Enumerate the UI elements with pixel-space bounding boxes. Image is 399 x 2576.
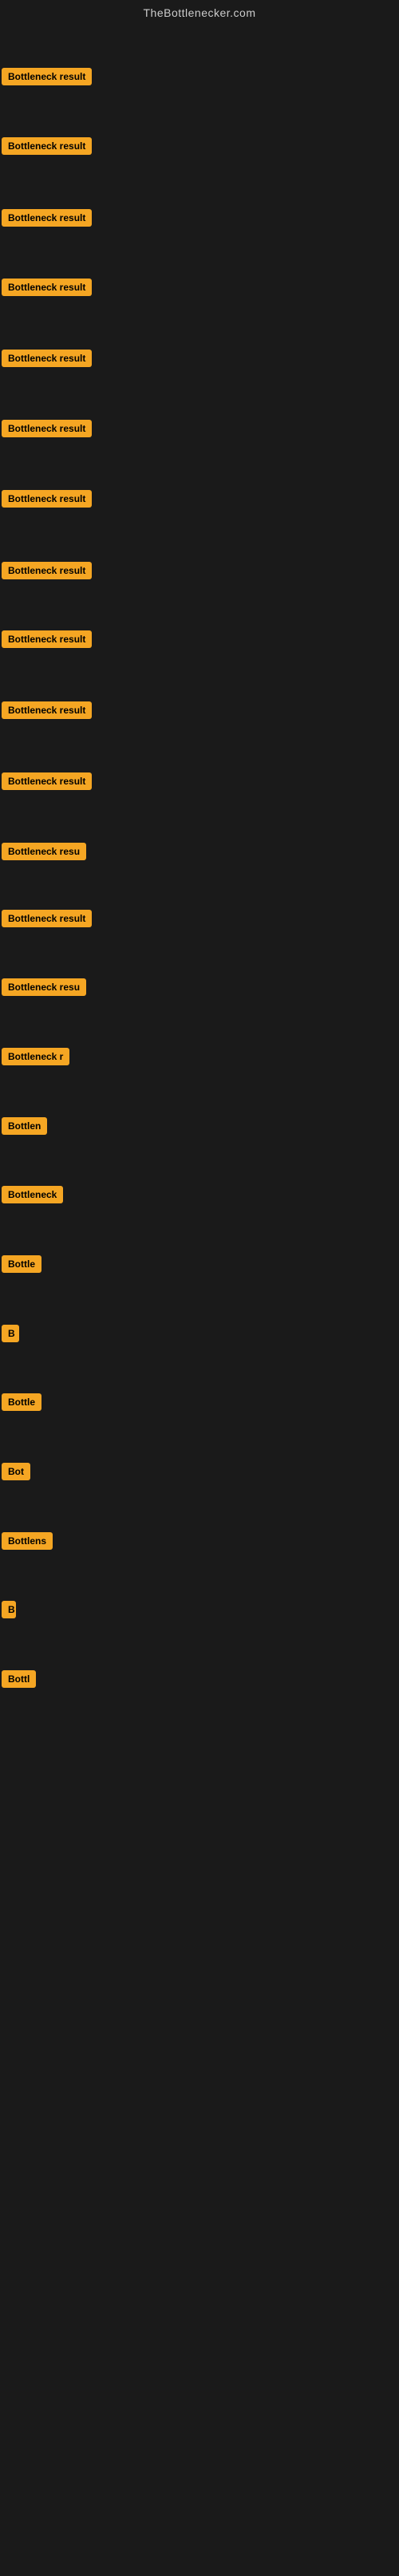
bottleneck-badge: Bottleneck result — [2, 279, 92, 296]
bottleneck-badge: B — [2, 1325, 19, 1342]
bottleneck-result-item: B — [2, 1601, 16, 1622]
bottleneck-result-item: Bottleneck resu — [2, 978, 86, 1000]
bottleneck-badge: Bottleneck result — [2, 701, 92, 719]
bottleneck-badge: Bottleneck result — [2, 562, 92, 579]
bottleneck-result-item: Bottle — [2, 1255, 41, 1277]
bottleneck-result-item: Bottleneck result — [2, 910, 92, 931]
bottleneck-badge: Bottleneck result — [2, 910, 92, 927]
bottleneck-badge: Bottleneck resu — [2, 843, 86, 860]
bottleneck-result-item: Bottleneck result — [2, 562, 92, 583]
bottleneck-result-item: Bottleneck result — [2, 350, 92, 371]
bottleneck-result-item: Bottleneck — [2, 1186, 63, 1207]
bottleneck-badge: Bottle — [2, 1255, 41, 1273]
bottleneck-result-item: Bot — [2, 1463, 30, 1484]
bottleneck-badge: Bottleneck result — [2, 137, 92, 155]
bottleneck-badge: Bottleneck result — [2, 772, 92, 790]
bottleneck-badge: Bottleneck result — [2, 68, 92, 85]
bottleneck-result-item: Bottl — [2, 1670, 36, 1692]
bottleneck-result-item: Bottleneck result — [2, 68, 92, 89]
bottleneck-result-item: Bottleneck r — [2, 1048, 69, 1069]
bottleneck-badge: Bot — [2, 1463, 30, 1480]
bottleneck-badge: B — [2, 1601, 16, 1618]
bottleneck-result-item: B — [2, 1325, 19, 1346]
bottleneck-badge: Bottleneck result — [2, 209, 92, 227]
bottleneck-badge: Bottleneck — [2, 1186, 63, 1203]
bottleneck-badge: Bottlen — [2, 1117, 47, 1135]
bottleneck-result-item: Bottleneck result — [2, 137, 92, 159]
bottleneck-badge: Bottleneck result — [2, 490, 92, 508]
bottleneck-badge: Bottl — [2, 1670, 36, 1688]
bottleneck-result-item: Bottlen — [2, 1117, 47, 1139]
bottleneck-result-item: Bottleneck result — [2, 490, 92, 512]
bottleneck-result-item: Bottleneck resu — [2, 843, 86, 864]
bottleneck-badge: Bottleneck r — [2, 1048, 69, 1065]
bottleneck-badge: Bottle — [2, 1393, 41, 1411]
bottleneck-result-item: Bottlens — [2, 1532, 53, 1554]
bottleneck-result-item: Bottle — [2, 1393, 41, 1415]
bottleneck-result-item: Bottleneck result — [2, 630, 92, 652]
bottleneck-badge: Bottleneck resu — [2, 978, 86, 996]
site-title: TheBottlenecker.com — [0, 0, 399, 22]
results-container: Bottleneck result Bottleneck result Bottle… — [0, 22, 399, 2576]
bottleneck-result-item: Bottleneck result — [2, 420, 92, 441]
bottleneck-badge: Bottleneck result — [2, 420, 92, 437]
bottleneck-badge: Bottleneck result — [2, 630, 92, 648]
bottleneck-result-item: Bottleneck result — [2, 209, 92, 231]
bottleneck-badge: Bottlens — [2, 1532, 53, 1550]
bottleneck-result-item: Bottleneck result — [2, 772, 92, 794]
bottleneck-badge: Bottleneck result — [2, 350, 92, 367]
bottleneck-result-item: Bottleneck result — [2, 279, 92, 300]
bottleneck-result-item: Bottleneck result — [2, 701, 92, 723]
